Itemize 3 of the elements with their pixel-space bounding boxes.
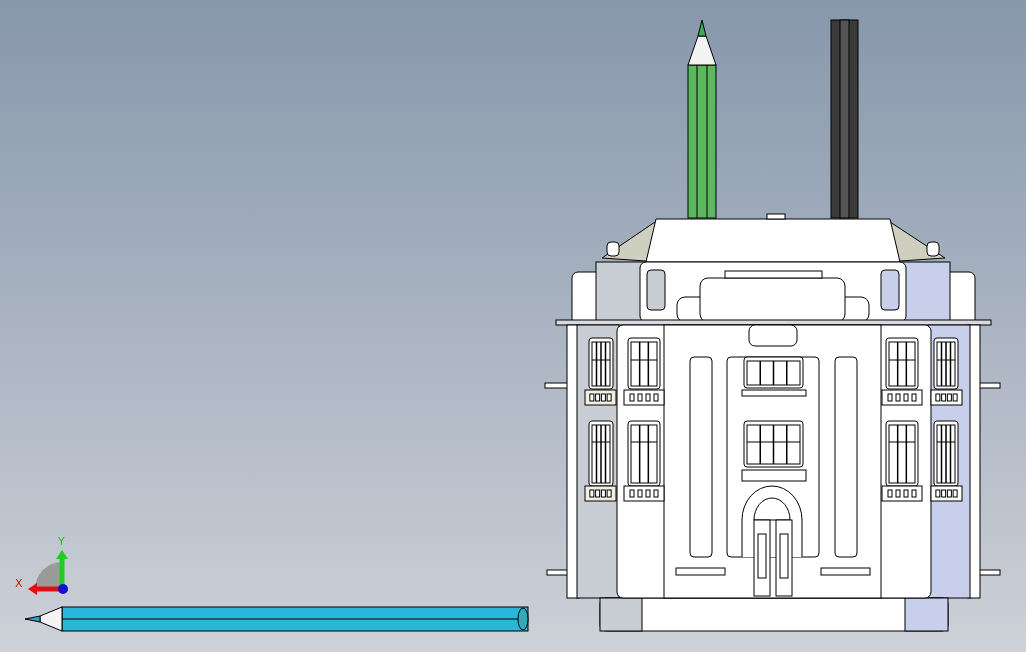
x-axis-label: X [15, 577, 23, 590]
axis-triad-icon [28, 550, 68, 595]
y-axis-label: Y [58, 535, 65, 548]
